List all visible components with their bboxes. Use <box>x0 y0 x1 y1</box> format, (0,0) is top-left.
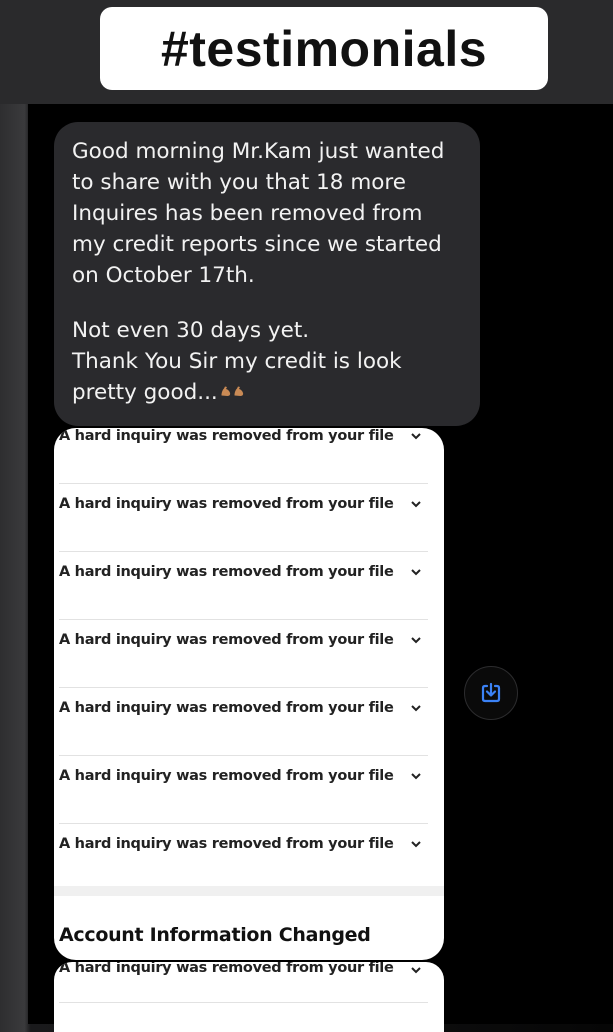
credit-report-screenshot-2[interactable]: A hard inquiry was removed from your fil… <box>54 962 444 1032</box>
list-item[interactable]: A hard inquiry was removed from your fil… <box>54 688 444 756</box>
message-line: Thank You Sir my credit is look pretty g… <box>72 349 402 405</box>
save-to-device-icon <box>481 682 501 703</box>
inquiry-removed-text: A hard inquiry was removed from your fil… <box>59 632 394 648</box>
message-bubble[interactable]: Good morning Mr.Kam just wanted to share… <box>54 122 480 426</box>
inquiry-removed-text: A hard inquiry was removed from your fil… <box>59 496 394 512</box>
list-item[interactable]: A hard inquiry was removed from your fil… <box>54 620 444 688</box>
chevron-down-icon[interactable] <box>408 768 424 784</box>
chevron-down-icon[interactable] <box>408 632 424 648</box>
list-item[interactable]: A hard inquiry was removed from your fil… <box>54 484 444 552</box>
credit-report-screenshot[interactable]: A hard inquiry was removed from your fil… <box>54 428 444 960</box>
list-item[interactable]: A hard inquiry was removed from your fil… <box>54 756 444 824</box>
inquiry-removed-text: A hard inquiry was removed from your fil… <box>59 428 394 444</box>
inquiry-removed-text: A hard inquiry was removed from your fil… <box>59 564 394 580</box>
inquiry-removed-text: A hard inquiry was removed from your fil… <box>59 962 394 976</box>
page-title: #testimonials <box>100 7 548 90</box>
chevron-down-icon[interactable] <box>408 496 424 512</box>
save-to-device-button[interactable] <box>464 666 518 720</box>
chevron-down-icon[interactable] <box>408 428 424 444</box>
list-item[interactable]: A hard inquiry was removed from your fil… <box>54 428 444 484</box>
list-item[interactable]: A hard inquiry was removed from your fil… <box>54 824 444 892</box>
message-paragraph: Good morning Mr.Kam just wanted to share… <box>72 139 445 288</box>
message-line: Not even 30 days yet. <box>72 318 310 343</box>
inquiry-removed-text: A hard inquiry was removed from your fil… <box>59 700 394 716</box>
inquiry-removed-text: A hard inquiry was removed from your fil… <box>59 768 394 784</box>
section-divider <box>54 886 444 896</box>
chevron-down-icon[interactable] <box>408 700 424 716</box>
list-item[interactable]: A hard inquiry was removed from your fil… <box>54 552 444 620</box>
flexed-biceps-icon <box>221 386 243 396</box>
inquiry-removed-text: A hard inquiry was removed from your fil… <box>59 836 394 852</box>
section-title: Account Information Changed <box>59 924 371 946</box>
chevron-down-icon[interactable] <box>408 962 424 978</box>
chevron-down-icon[interactable] <box>408 836 424 852</box>
chevron-down-icon[interactable] <box>408 564 424 580</box>
